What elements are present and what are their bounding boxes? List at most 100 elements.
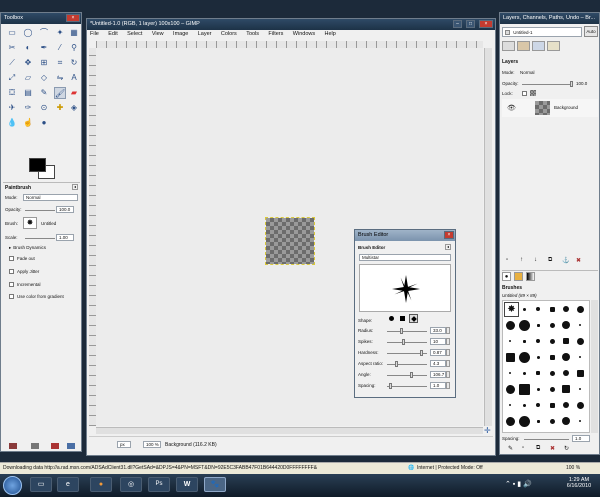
tab-channels[interactable] [517,41,530,51]
brush-thumbnail[interactable] [536,355,540,359]
layer-opacity-track[interactable] [522,84,572,85]
vertical-scrollbar[interactable] [484,48,492,426]
horizontal-ruler[interactable] [96,41,483,48]
param-value-field[interactable]: 0.87 [430,349,446,356]
chrome-icon[interactable]: ◎ [120,477,142,492]
bucket-fill-icon[interactable]: ⛋ [6,87,18,99]
param-spin-button[interactable] [446,382,450,389]
perspective-clone-icon[interactable]: ◈ [68,102,80,114]
param-spin-button[interactable] [446,360,450,367]
scissors-icon[interactable]: ✂ [6,42,18,54]
color-select-icon[interactable]: ▦ [68,27,80,39]
tab-gradients[interactable] [526,272,535,281]
minimize-button[interactable]: – [453,20,462,28]
brush-thumbnail[interactable] [536,371,540,375]
selected-brush[interactable]: ✸ [504,302,519,317]
gimp-task-icon[interactable]: 🐾 [204,477,226,492]
brush-thumbnail[interactable] [549,338,555,344]
param-slider-track[interactable] [387,375,427,376]
rotate-icon[interactable]: ↻ [68,57,80,69]
brush-thumbnail[interactable] [505,352,515,362]
brush-thumbnail[interactable] [549,370,555,376]
menu-tools[interactable]: Tools [246,31,259,37]
tab-undo[interactable] [547,41,560,51]
explorer-icon[interactable]: ▭ [30,477,52,492]
menu-layer[interactable]: Layer [198,31,212,37]
brush-grid[interactable]: ✸ [502,300,590,433]
brush-thumbnail[interactable] [505,384,515,394]
auto-button[interactable]: Auto [584,26,598,37]
brush-thumbnail[interactable] [509,340,511,342]
brush-thumbnail[interactable] [505,416,515,426]
menu-help[interactable]: Help [325,31,336,37]
layer-row[interactable]: 👁 Background [502,99,598,117]
brush-spacing-field[interactable]: 1.0 [572,435,590,442]
image-select[interactable]: Untitled-1 [502,27,582,37]
start-button[interactable] [3,476,22,495]
menu-filters[interactable]: Filters [268,31,283,37]
paths-icon[interactable]: ✒ [38,42,50,54]
param-slider-knob[interactable] [399,328,403,334]
edit-brush-icon[interactable]: ✎ [508,445,513,452]
brush-thumbnail[interactable] [536,339,540,343]
opacity-track[interactable] [25,210,55,211]
param-slider-knob[interactable] [394,361,398,367]
horizontal-scrollbar[interactable] [96,427,483,434]
ie-icon[interactable]: e [57,477,79,492]
toolbox-titlebar[interactable]: Toolbox × [1,13,81,24]
dodge-burn-icon[interactable]: ● [38,117,50,129]
airbrush-icon[interactable]: ✈ [6,102,18,114]
new-layer-icon[interactable]: ▫ [506,257,508,263]
tray-icons[interactable]: ⌃ ▪ ▮ 🔊 [505,480,532,488]
brush-thumbnail[interactable] [563,370,569,376]
text-icon[interactable]: A [68,72,80,84]
scale-icon[interactable]: ⤢ [6,72,18,84]
new-brush-icon[interactable]: ▫ [522,445,524,451]
zoom-icon[interactable]: ⚲ [68,42,80,54]
tab-brushes[interactable]: ● [502,272,511,281]
tab-paths[interactable] [532,41,545,51]
param-slider-knob[interactable] [420,350,424,356]
param-value-field[interactable]: 1.0 [430,382,446,389]
param-slider-track[interactable] [387,342,427,343]
color-picker-icon[interactable]: ⁄ [54,42,66,54]
menu-windows[interactable]: Windows [293,31,315,37]
anchor-layer-icon[interactable]: ⚓ [562,257,569,264]
brush-thumbnail[interactable] [509,404,511,406]
word-icon[interactable]: W [176,477,198,492]
brush-thumbnail[interactable] [576,305,584,313]
foreground-select-icon[interactable]: ◐ [22,42,34,54]
shear-icon[interactable]: ▱ [22,72,34,84]
dock-titlebar[interactable]: Layers, Channels, Paths, Undo – Br... [500,13,599,24]
photoshop-icon[interactable]: Ps [148,477,170,492]
brush-thumbnail[interactable] [522,307,526,311]
brush-thumbnail[interactable] [576,401,584,409]
tab-patterns[interactable] [514,272,523,281]
tab-layers[interactable] [502,41,515,51]
menu-view[interactable]: View [152,31,164,37]
brush-thumbnail[interactable] [562,385,570,393]
brush-thumbnail[interactable] [549,354,555,360]
rect-select-icon[interactable]: ▭ [6,27,18,39]
security-zone[interactable]: Internet | Protected Mode: Off [417,465,483,471]
brush-spacing-track[interactable] [524,439,569,440]
brush-thumbnail[interactable] [505,320,515,330]
vertical-ruler[interactable] [89,48,96,426]
lock-alpha-checkbox[interactable] [522,91,527,96]
brush-thumbnail[interactable] [518,383,530,395]
brush-thumbnail[interactable] [579,420,581,422]
duplicate-brush-icon[interactable]: ⧉ [536,445,540,452]
pencil-icon[interactable]: ✎ [38,87,50,99]
lower-layer-icon[interactable]: ↓ [534,257,537,263]
param-slider-knob[interactable] [402,339,406,345]
brush-name-field[interactable]: Multistar [359,254,451,261]
brush-thumbnail[interactable] [549,418,555,424]
flip-icon[interactable]: ⇋ [54,72,66,84]
param-spin-button[interactable] [446,371,450,378]
brush-thumbnail[interactable] [549,402,555,408]
restore-options-icon[interactable] [31,443,39,449]
brush-thumbnail[interactable] [536,307,540,311]
ink-icon[interactable]: ✑ [22,102,34,114]
brush-dynamics-expander[interactable]: ▸ Brush Dynamics [9,245,46,251]
brush-thumbnail[interactable] [509,372,511,374]
